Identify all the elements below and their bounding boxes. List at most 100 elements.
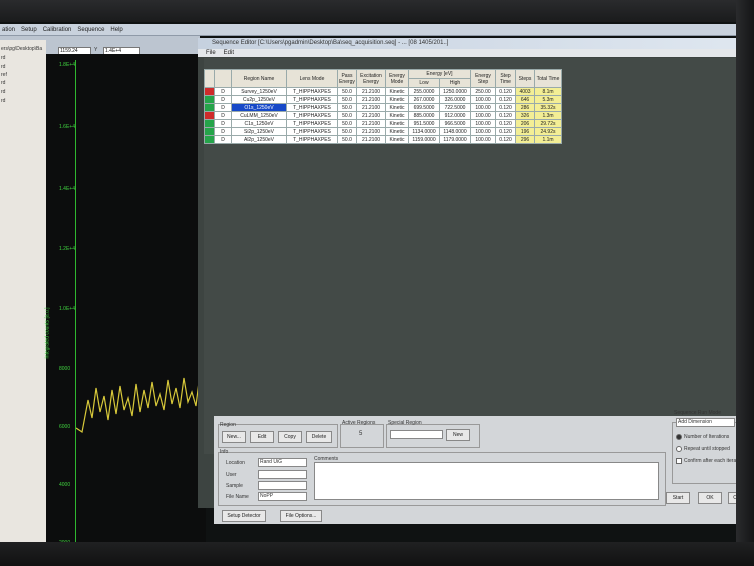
region-d-cell[interactable]: D [214,119,232,128]
menu-item-action[interactable]: ation [2,27,15,33]
lens-mode-cell[interactable]: T_HIPPHAXPES [286,127,338,136]
repeat-until-stopped-radio[interactable] [676,446,682,452]
total-time-cell[interactable]: 1.3m [534,111,562,120]
region-name-cell[interactable]: Al2p_1250eV [231,135,287,144]
col-header-step-time[interactable]: Step Time [495,69,516,88]
col-header-energy-step[interactable]: Energy Step [470,69,496,88]
energy-mode-cell[interactable]: Kinetic [385,127,409,136]
energy-high-cell[interactable]: 1179.0000 [439,135,471,144]
energy-low-cell[interactable]: 267.0000 [408,95,440,104]
confirm-after-iteration-checkbox[interactable] [676,458,682,464]
energy-low-cell[interactable]: 255.0000 [408,87,440,96]
total-time-cell[interactable]: 35.32s [534,103,562,112]
energy-low-cell[interactable]: 699.5000 [408,103,440,112]
energy-high-cell[interactable]: 1250.0000 [439,87,471,96]
col-header-energy-mode[interactable]: Energy Mode [385,69,409,88]
region-d-cell[interactable]: D [214,111,232,120]
pass-energy-cell[interactable]: 50.0 [337,103,357,112]
step-time-cell[interactable]: 0.120 [495,127,516,136]
pass-energy-cell[interactable]: 50.0 [337,87,357,96]
step-time-cell[interactable]: 0.120 [495,119,516,128]
file-name-field[interactable]: NoPP [258,492,307,501]
energy-step-cell[interactable]: 100.00 [470,119,496,128]
excitation-energy-cell[interactable]: 21.2100 [356,111,386,120]
lens-mode-cell[interactable]: T_HIPPHAXPES [286,87,338,96]
step-time-cell[interactable]: 0.120 [495,95,516,104]
status-check-icon[interactable] [204,111,215,120]
menu-item-setup[interactable]: Setup [21,27,37,33]
step-time-cell[interactable]: 0.120 [495,111,516,120]
total-time-cell[interactable]: 8.1m [534,87,562,96]
energy-mode-cell[interactable]: Kinetic [385,103,409,112]
energy-mode-cell[interactable]: Kinetic [385,135,409,144]
lens-mode-cell[interactable]: T_HIPPHAXPES [286,119,338,128]
col-header-high[interactable]: High [439,78,471,88]
excitation-energy-cell[interactable]: 21.2100 [356,135,386,144]
pass-energy-cell[interactable]: 50.0 [337,95,357,104]
run-mode-dropdown[interactable]: Add Dimension [676,418,735,427]
delete-region-button[interactable]: Delete [306,431,332,443]
region-name-cell[interactable]: Survey_1250eV [231,87,287,96]
tree-item[interactable]: rd [1,64,5,70]
excitation-energy-cell[interactable]: 21.2100 [356,87,386,96]
start-button[interactable]: Start [666,492,690,504]
step-time-cell[interactable]: 0.120 [495,103,516,112]
special-region-dropdown[interactable] [390,430,443,439]
menu-item-calibration[interactable]: Calibration [43,27,72,33]
total-time-cell[interactable]: 5.3m [534,95,562,104]
region-name-cell[interactable]: Si2p_1250eV [231,127,287,136]
region-name-cell[interactable]: CuLMM_1250eV [231,111,287,120]
lens-mode-cell[interactable]: T_HIPPHAXPES [286,103,338,112]
col-header-pass-energy[interactable]: Pass Energy [337,69,357,88]
energy-mode-cell[interactable]: Kinetic [385,87,409,96]
pass-energy-cell[interactable]: 50.0 [337,111,357,120]
copy-region-button[interactable]: Copy [278,431,302,443]
region-d-cell[interactable]: D [214,87,232,96]
region-d-cell[interactable]: D [214,103,232,112]
table-row[interactable]: D CuLMM_1250eV T_HIPPHAXPES 50.0 21.2100 Kine… [204,111,562,120]
menu-item-help[interactable]: Help [110,27,122,33]
setup-detector-button[interactable]: Setup Detector [222,510,266,522]
pass-energy-cell[interactable]: 50.0 [337,119,357,128]
special-region-new-button[interactable]: New [446,429,470,441]
lens-mode-cell[interactable]: T_HIPPHAXPES [286,111,338,120]
tree-item[interactable]: ers\pg\Desktop\Ba [1,46,42,52]
steps-cell[interactable]: 206 [515,119,535,128]
table-row[interactable]: D O1s_1250eV T_HIPPHAXPES 50.0 21.2100 Kineti… [204,103,562,112]
excitation-energy-cell[interactable]: 21.2100 [356,127,386,136]
status-check-icon[interactable] [204,87,215,96]
col-header-excitation-energy[interactable]: Excitation Energy [356,69,386,88]
col-header-energy-ev[interactable]: Energy [eV] [408,69,471,79]
energy-high-cell[interactable]: 1148.0000 [439,127,471,136]
menu-item-sequence[interactable]: Sequence [77,27,104,33]
table-row[interactable]: D C1s_1250eV T_HIPPHAXPES 50.0 21.2100 Kineti… [204,119,562,128]
table-row[interactable]: D Al2p_1250eV T_HIPPHAXPES 50.0 21.2100 Kinet… [204,135,562,144]
region-name-cell[interactable]: O1s_1250eV [231,103,287,112]
new-region-button[interactable]: New... [222,431,246,443]
col-header-low[interactable]: Low [408,78,440,88]
energy-mode-cell[interactable]: Kinetic [385,95,409,104]
region-d-cell[interactable]: D [214,135,232,144]
table-row[interactable]: D Si2p_1250eV T_HIPPHAXPES 50.0 21.2100 Kinet… [204,127,562,136]
region-d-cell[interactable]: D [214,127,232,136]
steps-cell[interactable]: 646 [515,95,535,104]
energy-low-cell[interactable]: 1134.0000 [408,127,440,136]
sample-field[interactable] [258,481,307,490]
region-name-cell[interactable]: Cu2p_1250eV [231,95,287,104]
energy-high-cell[interactable]: 966.5000 [439,119,471,128]
excitation-energy-cell[interactable]: 21.2100 [356,103,386,112]
status-check-icon[interactable] [204,127,215,136]
col-header-total-time[interactable]: Total Time [534,69,562,88]
number-of-iterations-radio[interactable] [676,434,682,440]
menu-item-file[interactable]: File [206,49,216,57]
energy-step-cell[interactable]: 100.00 [470,95,496,104]
energy-step-cell[interactable]: 100.00 [470,111,496,120]
steps-cell[interactable]: 286 [515,103,535,112]
energy-mode-cell[interactable]: Kinetic [385,119,409,128]
tree-item[interactable]: rd [1,55,5,61]
energy-low-cell[interactable]: 951.5000 [408,119,440,128]
steps-cell[interactable]: 196 [515,127,535,136]
energy-step-cell[interactable]: 100.00 [470,103,496,112]
location-field[interactable]: Rand UiG [258,458,307,467]
step-time-cell[interactable]: 0.120 [495,135,516,144]
